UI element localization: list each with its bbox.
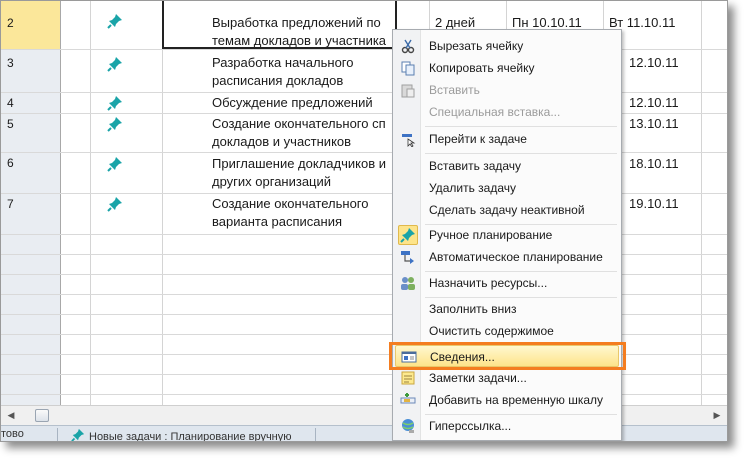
pin-icon bbox=[400, 228, 415, 243]
auto-schedule-icon bbox=[401, 251, 414, 264]
menu-goto-task[interactable]: Перейти к задаче bbox=[395, 128, 619, 150]
menu-insert-task[interactable]: Вставить задачу bbox=[395, 155, 619, 177]
manual-task-pin-icon bbox=[107, 96, 122, 111]
timeline-icon bbox=[400, 393, 416, 404]
row-number: 4 bbox=[7, 96, 14, 110]
menu-fill-down[interactable]: Заполнить вниз bbox=[395, 298, 619, 320]
scroll-thumb[interactable] bbox=[35, 409, 49, 422]
notes-icon bbox=[401, 371, 415, 385]
menu-auto-schedule[interactable]: Автоматическое планирование bbox=[395, 246, 619, 268]
menu-timeline-label: Добавить на временную шкалу bbox=[429, 393, 604, 407]
task-name-line[interactable]: расписания докладов bbox=[212, 71, 392, 91]
task-name-line[interactable]: докладов и участников bbox=[212, 132, 392, 152]
menu-fill-down-label: Заполнить вниз bbox=[429, 302, 517, 316]
menu-delete-task-label: Удалить задачу bbox=[429, 181, 516, 195]
row-number: 6 bbox=[7, 156, 14, 170]
new-tasks-mode-label: Новые задачи : Планирование вручную bbox=[89, 431, 292, 442]
row-number: 3 bbox=[7, 56, 14, 70]
menu-assign-label: Назначить ресурсы... bbox=[429, 276, 548, 290]
manual-task-pin-icon bbox=[107, 57, 122, 72]
task-name-line[interactable]: Разработка начального bbox=[212, 53, 392, 73]
highlight-annotation-box bbox=[389, 342, 626, 370]
menu-hyperlink[interactable]: Гиперссылка... bbox=[395, 415, 619, 437]
hyperlink-globe-icon bbox=[402, 419, 414, 433]
row-header-empty bbox=[1, 235, 60, 405]
task-finish[interactable]: 12.10.11 bbox=[629, 53, 679, 73]
paste-icon bbox=[401, 84, 415, 98]
menu-assign-resources[interactable]: Назначить ресурсы... bbox=[395, 272, 619, 294]
scroll-left-icon[interactable]: ◀ bbox=[5, 409, 17, 421]
manual-task-pin-icon bbox=[107, 117, 122, 132]
pin-icon bbox=[71, 428, 85, 441]
menu-clear-contents[interactable]: Очистить содержимое bbox=[395, 320, 619, 342]
menu-insert-task-label: Вставить задачу bbox=[429, 159, 522, 173]
menu-goto-label: Перейти к задаче bbox=[429, 132, 527, 146]
task-name-line[interactable]: варианта расписания bbox=[212, 212, 392, 232]
menu-make-inactive[interactable]: Сделать задачу неактивной bbox=[395, 199, 619, 221]
menu-clear-label: Очистить содержимое bbox=[429, 324, 554, 338]
task-name-line[interactable]: Создание окончательного сп bbox=[212, 114, 392, 134]
manual-task-pin-icon bbox=[107, 157, 122, 172]
menu-hyperlink-label: Гиперссылка... bbox=[429, 419, 512, 433]
new-tasks-mode[interactable]: Новые задачи : Планирование вручную bbox=[71, 428, 292, 442]
row-number: 7 bbox=[7, 197, 14, 211]
task-finish[interactable]: 12.10.11 bbox=[629, 93, 679, 113]
menu-delete-task[interactable]: Удалить задачу bbox=[395, 177, 619, 199]
menu-copy-cell[interactable]: Копировать ячейку bbox=[395, 57, 619, 79]
scroll-right-icon[interactable]: ▶ bbox=[711, 409, 723, 421]
task-name-line[interactable]: других организаций bbox=[212, 172, 392, 192]
copy-icon bbox=[401, 61, 415, 76]
menu-notes-label: Заметки задачи... bbox=[429, 371, 527, 385]
manual-task-pin-icon bbox=[107, 197, 122, 212]
row-number: 5 bbox=[7, 117, 14, 131]
project-window: 2 Выработка предложений по темам докладо… bbox=[0, 0, 728, 442]
context-menu: Вырезать ячейку Копировать ячейку Встави… bbox=[392, 29, 622, 441]
manual-task-pin-icon bbox=[107, 14, 122, 29]
menu-task-notes[interactable]: Заметки задачи... bbox=[395, 367, 619, 389]
menu-make-inactive-label: Сделать задачу неактивной bbox=[429, 203, 585, 217]
menu-paste-label: Вставить bbox=[429, 83, 480, 97]
menu-paste[interactable]: Вставить bbox=[395, 79, 619, 101]
task-finish[interactable]: 19.10.11 bbox=[629, 194, 679, 214]
status-ready: тово bbox=[1, 428, 24, 440]
selected-cell-outline bbox=[162, 1, 397, 49]
task-name-line[interactable]: Приглашение докладчиков и bbox=[212, 154, 392, 174]
menu-manual-label: Ручное планирование bbox=[429, 228, 553, 242]
task-finish[interactable]: 13.10.11 bbox=[629, 114, 679, 134]
menu-cut-cell[interactable]: Вырезать ячейку bbox=[395, 35, 619, 57]
people-icon bbox=[401, 277, 415, 290]
menu-auto-label: Автоматическое планирование bbox=[429, 250, 603, 264]
menu-copy-label: Копировать ячейку bbox=[429, 61, 535, 75]
menu-manual-schedule[interactable]: Ручное планирование bbox=[395, 224, 619, 246]
scissors-icon bbox=[401, 39, 415, 54]
goto-task-icon bbox=[402, 134, 416, 147]
menu-cut-label: Вырезать ячейку bbox=[429, 39, 524, 53]
horizontal-scrollbar[interactable]: ◀ ▶ bbox=[8, 405, 727, 425]
menu-add-to-timeline[interactable]: Добавить на временную шкалу bbox=[395, 389, 619, 411]
menu-paste-special-label: Специальная вставка... bbox=[429, 105, 561, 119]
menu-paste-special[interactable]: Специальная вставка... bbox=[395, 101, 619, 123]
task-name-line[interactable]: Создание окончательного bbox=[212, 194, 392, 214]
task-name-line[interactable]: Обсуждение предложений bbox=[212, 93, 392, 113]
task-finish[interactable]: 18.10.11 bbox=[629, 154, 679, 174]
row-number: 2 bbox=[7, 16, 14, 30]
